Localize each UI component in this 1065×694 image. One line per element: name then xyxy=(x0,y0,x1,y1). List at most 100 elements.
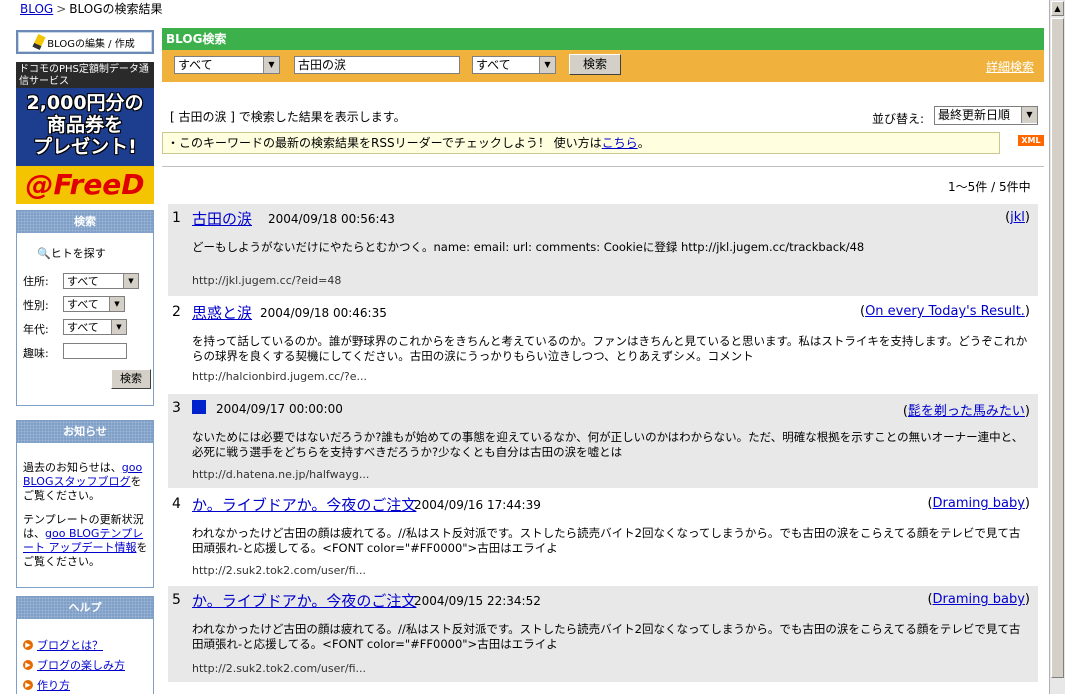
age-value: すべて xyxy=(67,321,99,334)
address-label: 住所: xyxy=(23,275,49,288)
arrow-bullet-icon: ▶ xyxy=(23,660,33,670)
age-select[interactable]: すべて ▼ xyxy=(63,319,127,335)
result-url: http://2.suk2.tok2.com/user/fi... xyxy=(192,662,366,675)
ad-main-text: 2,000円分の 商品券を プレゼント! xyxy=(16,92,154,162)
divider xyxy=(162,166,1044,167)
advanced-search-link[interactable]: 詳細検索 xyxy=(986,58,1034,75)
result-title-link[interactable]: 古田の涙 xyxy=(192,208,252,229)
pencil-icon xyxy=(32,33,46,51)
arrow-bullet-icon: ▶ xyxy=(23,640,33,650)
blog-search-header: BLOG検索 xyxy=(162,28,1044,50)
result-author-link[interactable]: jkl xyxy=(1010,210,1025,225)
result-url: http://jkl.jugem.cc/?eid=48 xyxy=(192,274,342,287)
result-item: 2 思惑と涙 2004/09/18 00:46:35 (On every Tod… xyxy=(168,298,1038,392)
scope-select[interactable]: すべて ▼ xyxy=(174,56,280,74)
help-link[interactable]: ブログとは？ xyxy=(37,637,103,653)
result-title-link[interactable]: 思惑と涙 xyxy=(192,302,252,323)
freed-ad-banner[interactable]: ドコモのPHS定額制データ通信サービス 2,000円分の 商品券を プレゼント!… xyxy=(16,62,154,204)
breadcrumb: BLOG > BLOGの検索結果 xyxy=(20,0,163,17)
notice-text: 過去のお知らせは、 xyxy=(23,461,122,474)
result-author: (On every Today's Result.) xyxy=(860,304,1030,319)
result-number: 1 xyxy=(172,210,181,226)
magnifier-icon: 🔍 xyxy=(37,247,51,260)
freed-logo: @FreeD xyxy=(16,166,154,204)
chevron-down-icon: ▼ xyxy=(111,320,126,334)
result-message: [ 古田の涙 ] で検索した結果を表示します。 xyxy=(170,110,406,124)
result-author-link[interactable]: Draming baby xyxy=(933,592,1025,607)
result-date: 2004/09/16 17:44:39 xyxy=(414,498,541,512)
scroll-up-arrow-icon[interactable]: ▲ xyxy=(1051,1,1064,16)
result-item: 1 古田の涙 2004/09/18 00:56:43 (jkl) どーもしようが… xyxy=(168,204,1038,296)
sort-select[interactable]: 最終更新日順 ▼ xyxy=(934,106,1038,125)
hobby-input[interactable] xyxy=(63,343,127,359)
result-number: 5 xyxy=(172,592,181,608)
result-author: (Draming baby) xyxy=(927,496,1030,511)
result-url: http://d.hatena.ne.jp/halfwayg... xyxy=(192,468,370,481)
result-date: 2004/09/18 00:46:35 xyxy=(260,306,387,320)
breadcrumb-separator: > xyxy=(56,2,67,16)
ad-line-3: プレゼント! xyxy=(33,136,137,158)
notice-paragraph-2: テンプレートの更新状況は、goo BLOGテンプレート アップデート情報をご覧く… xyxy=(23,513,151,569)
result-item: 5 か。ライブドアか。今夜のご注文 2004/09/15 22:34:52 (D… xyxy=(168,586,1038,682)
ad-headline: ドコモのPHS定額制データ通信サービス xyxy=(16,62,154,88)
scroll-thumb[interactable] xyxy=(1051,18,1064,678)
result-author: (Draming baby) xyxy=(927,592,1030,607)
help-panel-title: ヘルプ xyxy=(17,597,153,619)
result-title[interactable] xyxy=(192,400,206,418)
rss-howto-link[interactable]: こちら xyxy=(602,136,638,150)
help-link[interactable]: ブログの楽しみ方 xyxy=(37,657,125,673)
arrow-bullet-icon: ▶ xyxy=(23,680,33,690)
ad-line-2: 商品券を xyxy=(46,114,123,136)
help-link[interactable]: 作り方 xyxy=(37,677,70,693)
result-author-link[interactable]: 髭を剃った馬みたい xyxy=(908,404,1025,419)
address-select[interactable]: すべて ▼ xyxy=(63,273,139,289)
xml-rss-icon[interactable]: XML xyxy=(1018,135,1044,146)
rss-text: ・このキーワードの最新の検索結果をRSSリーダーでチェックしよう！ 使い方は xyxy=(167,136,602,150)
gender-select[interactable]: すべて ▼ xyxy=(63,296,125,312)
chevron-down-icon: ▼ xyxy=(1021,107,1037,123)
vertical-scrollbar[interactable]: ▲ xyxy=(1049,0,1065,694)
result-author-link[interactable]: Draming baby xyxy=(933,496,1025,511)
result-snippet: ないためには必要ではないだろうか?誰もが始めての事態を迎えているなか、何が正しい… xyxy=(192,430,1024,459)
result-item: 4 か。ライブドアか。今夜のご注文 2004/09/16 17:44:39 (D… xyxy=(168,490,1038,584)
help-panel: ヘルプ ▶ ブログとは？ ▶ ブログの楽しみ方 ▶ 作り方 xyxy=(16,596,154,694)
search-input[interactable]: 古田の涙 xyxy=(294,56,460,74)
people-search-heading: 🔍ヒトを探す xyxy=(37,245,106,261)
notice-body: 過去のお知らせは、goo BLOGスタッフブログをご覧ください。 テンプレートの… xyxy=(23,461,151,579)
rss-notice: ・このキーワードの最新の検索結果をRSSリーダーでチェックしよう！ 使い方はこち… xyxy=(162,132,1000,154)
ad-line-1: 2,000円分の xyxy=(26,92,144,114)
result-date: 2004/09/15 22:34:52 xyxy=(414,594,541,608)
result-author-link[interactable]: On every Today's Result. xyxy=(865,304,1025,319)
chevron-down-icon: ▼ xyxy=(123,274,138,288)
result-date: 2004/09/18 00:56:43 xyxy=(268,212,395,226)
breadcrumb-home-link[interactable]: BLOG xyxy=(20,2,53,16)
notice-paragraph-1: 過去のお知らせは、goo BLOGスタッフブログをご覧ください。 xyxy=(23,461,151,503)
rss-text-end: 。 xyxy=(637,136,650,150)
result-title-link[interactable]: か。ライブドアか。今夜のご注文 xyxy=(192,494,416,515)
result-url: http://2.suk2.tok2.com/user/fi... xyxy=(192,564,366,577)
people-search-button[interactable]: 検索 xyxy=(111,369,151,389)
chevron-down-icon: ▼ xyxy=(109,297,124,311)
result-author: (jkl) xyxy=(1005,210,1030,225)
result-count: 1～5件 / 5件中 xyxy=(948,180,1031,194)
people-search-panel: 検索 🔍ヒトを探す 住所: すべて ▼ 性別: すべて ▼ 年代: すべて ▼ 趣味:… xyxy=(16,210,154,406)
result-number: 3 xyxy=(172,400,181,416)
chevron-down-icon: ▼ xyxy=(539,57,555,73)
help-item-what-is-blog[interactable]: ▶ ブログとは？ xyxy=(23,637,103,653)
result-snippet: を持って話しているのか。誰が野球界のこれからをきちんと考えているのか。ファンはき… xyxy=(192,334,1028,363)
field-value: すべて xyxy=(476,58,511,72)
help-item-enjoy[interactable]: ▶ ブログの楽しみ方 xyxy=(23,657,125,673)
result-author: (髭を剃った馬みたい) xyxy=(902,404,1030,419)
search-bar: すべて ▼ 古田の涙 すべて ▼ 検索 詳細検索 xyxy=(162,50,1044,82)
notice-panel: お知らせ 過去のお知らせは、goo BLOGスタッフブログをご覧ください。 テン… xyxy=(16,420,154,588)
sort-label: 並び替え: xyxy=(872,112,925,126)
field-select[interactable]: すべて ▼ xyxy=(472,56,556,74)
help-item-howto[interactable]: ▶ 作り方 xyxy=(23,677,70,693)
result-url: http://halcionbird.jugem.cc/?e... xyxy=(192,370,368,383)
edit-blog-button[interactable]: BLOGの編集 / 作成 xyxy=(16,30,154,54)
sort-value: 最終更新日順 xyxy=(938,108,1011,122)
search-button[interactable]: 検索 xyxy=(569,54,621,75)
people-search-label: ヒトを探す xyxy=(50,247,106,260)
result-title-link[interactable]: か。ライブドアか。今夜のご注文 xyxy=(192,590,416,611)
blue-square-icon xyxy=(192,400,206,414)
